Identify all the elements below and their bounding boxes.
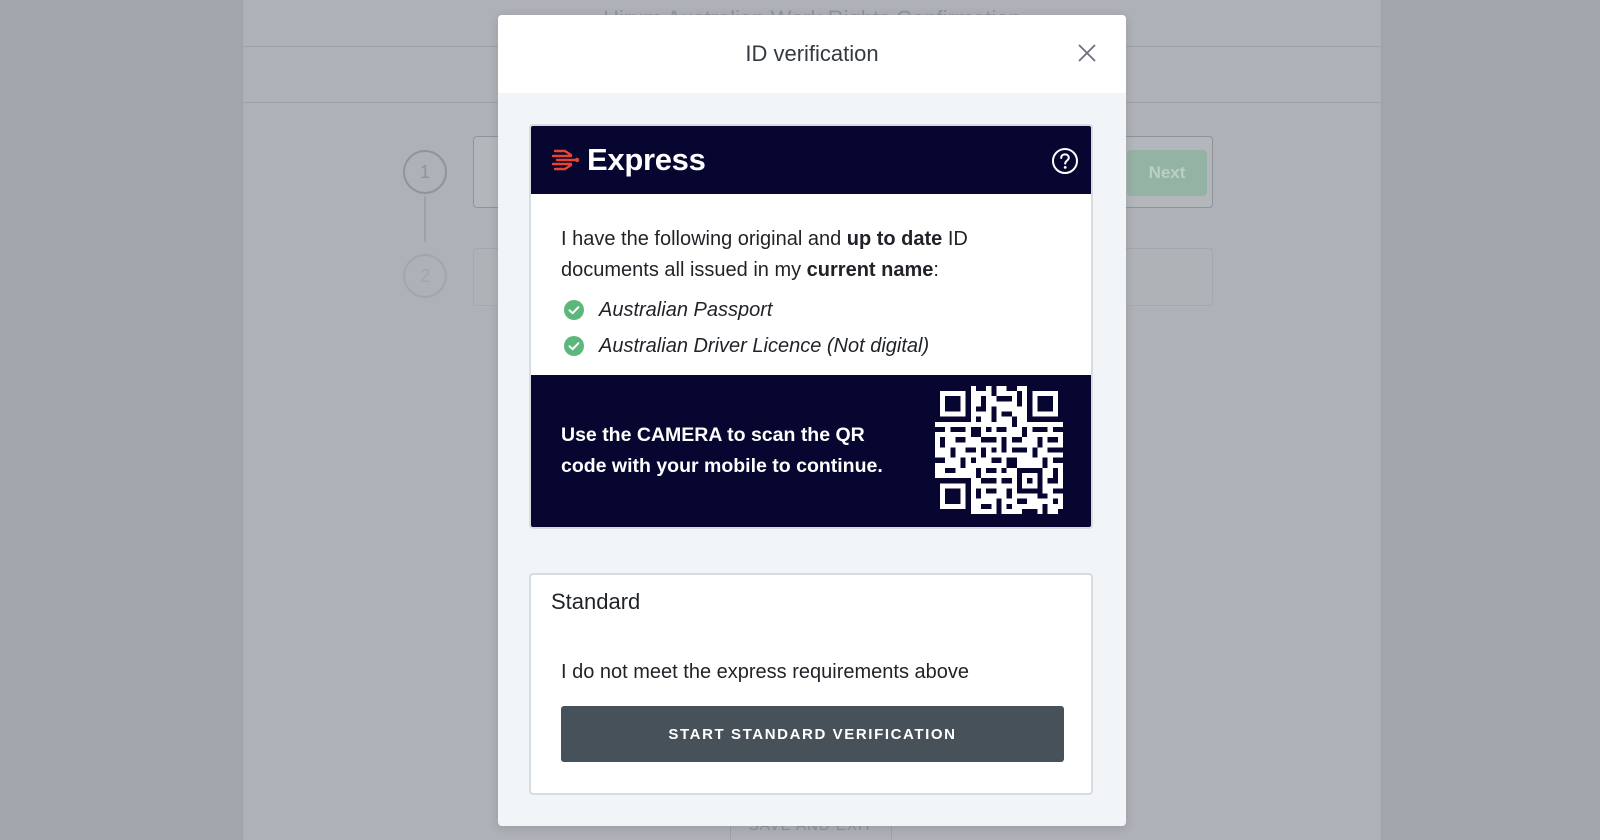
check-circle-icon [564,300,584,320]
express-requirements: I have the following original and up to … [531,194,1091,376]
standard-title: Standard [551,589,641,614]
express-header: Express [531,126,1091,194]
check-circle-icon [564,336,584,356]
background-step-connector [424,196,426,242]
qr-instruction: Use the CAMERA to scan the QR code with … [561,424,883,477]
express-option-card: Express I have the following original an… [529,124,1093,529]
standard-description: I do not meet the express requirements a… [561,661,970,683]
document-list: Australian Passport Australian Driver Li… [561,292,1061,364]
background-next-button: Next [1127,150,1207,196]
list-item: Australian Driver Licence (Not digital) [561,328,1061,364]
standard-option-card: Standard I do not meet the express requi… [529,573,1093,795]
id-verification-modal: ID verification Express I have the follo… [498,15,1126,826]
background-step-2: 2 [403,254,447,298]
express-title: Express [587,142,706,177]
document-label: Australian Passport [599,298,773,321]
list-item: Australian Passport [561,292,1061,328]
document-label: Australian Driver Licence (Not digital) [599,334,930,357]
start-standard-verification-button[interactable]: START STANDARD VERIFICATION [561,706,1064,762]
express-requirements-text: I have the following original and up to … [561,228,968,281]
modal-title: ID verification [745,41,879,66]
background-step-1: 1 [403,150,447,194]
modal-header: ID verification [498,15,1126,93]
express-logo-icon [551,149,580,171]
qr-section: Use the CAMERA to scan the QR code with … [531,375,1091,527]
help-icon[interactable] [1051,147,1079,175]
close-icon[interactable] [1076,42,1098,64]
qr-code[interactable] [935,386,1063,514]
